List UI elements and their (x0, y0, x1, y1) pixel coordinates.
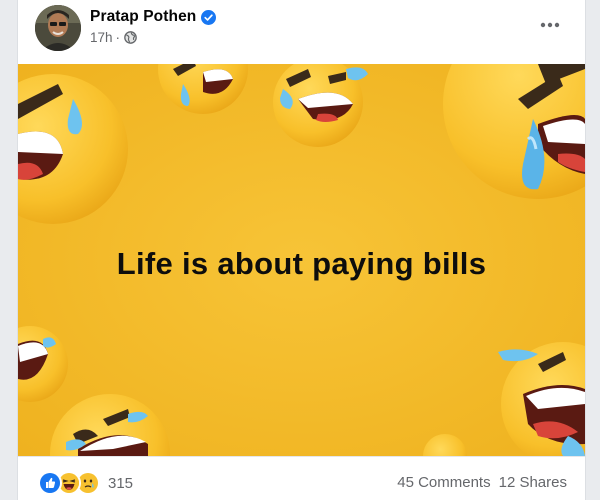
reaction-count[interactable]: 315 (108, 475, 133, 492)
author-name[interactable]: Pratap Pothen (90, 8, 196, 26)
more-options-icon (540, 22, 560, 28)
avatar[interactable] (35, 5, 81, 51)
author-row: Pratap Pothen (90, 8, 217, 26)
engagement-stats: 45 Comments 12 Shares (397, 474, 567, 491)
reactions-summary[interactable]: 315 (38, 471, 133, 495)
shares-count[interactable]: 12 Shares (499, 474, 567, 491)
more-options-button[interactable] (535, 10, 565, 40)
meta-separator: · (115, 30, 121, 45)
like-icon (38, 471, 62, 495)
globe-icon (124, 31, 137, 44)
image-caption: Life is about paying bills (116, 246, 487, 281)
post-header: Pratap Pothen 17h · (18, 0, 585, 64)
post-image[interactable]: Life is about paying bills (18, 64, 585, 456)
post-meta: 17h · (90, 30, 137, 45)
post-footer: 315 45 Comments 12 Shares (18, 456, 585, 500)
verified-badge-icon (201, 9, 217, 25)
comments-count[interactable]: 45 Comments (397, 474, 490, 491)
post-card: Pratap Pothen 17h · Life is about paying… (17, 0, 586, 500)
post-time[interactable]: 17h (90, 30, 113, 45)
